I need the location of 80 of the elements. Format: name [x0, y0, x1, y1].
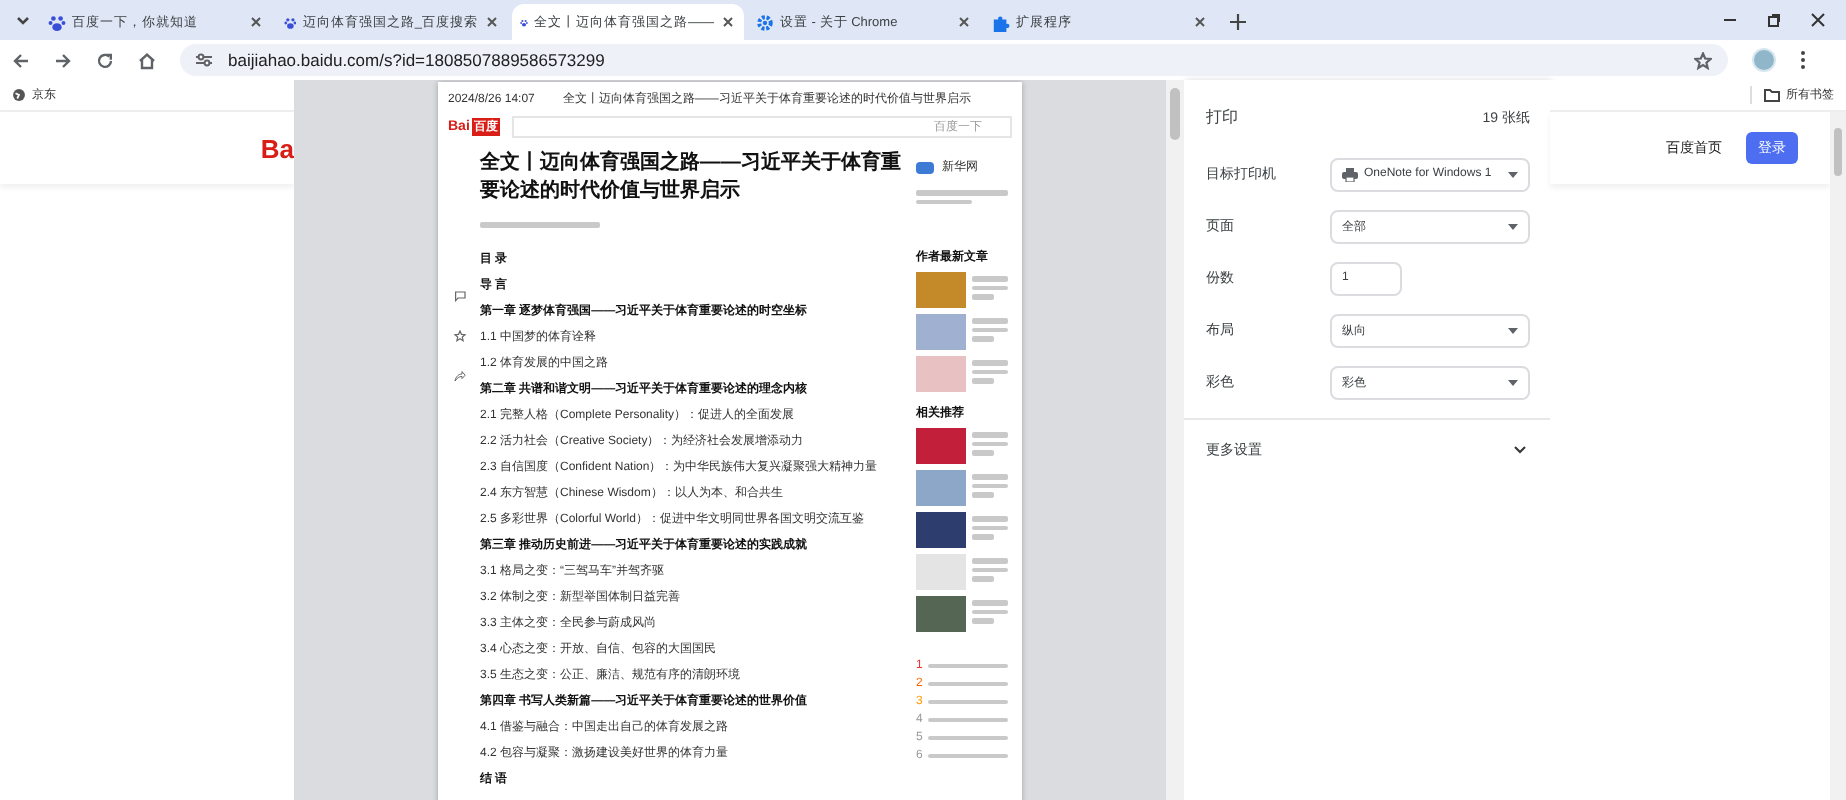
forward-icon[interactable]	[54, 51, 72, 69]
close-icon[interactable]	[248, 14, 264, 30]
thumbnail-image[interactable]	[916, 512, 966, 548]
printer-icon	[1342, 167, 1358, 181]
blurred-text	[972, 600, 1008, 605]
blurred-text	[972, 483, 1008, 488]
blurred-text	[972, 360, 1008, 365]
thumbnail-image[interactable]	[916, 554, 966, 590]
blurred-text	[972, 378, 994, 383]
blurred-text	[972, 618, 994, 623]
caret-icon	[1508, 223, 1518, 229]
thumbnail-image[interactable]	[916, 428, 966, 464]
share-icon[interactable]	[454, 370, 466, 382]
paw-icon	[48, 13, 66, 31]
blurred-text	[972, 576, 994, 581]
blurred-text	[972, 285, 1008, 290]
caret-icon	[1508, 171, 1518, 177]
author-avatar	[916, 161, 934, 173]
dialog-title: 打印	[1206, 106, 1238, 128]
blurred-text	[928, 717, 1008, 723]
blurred-text	[972, 492, 994, 497]
blurred-text	[972, 432, 1008, 437]
close-icon[interactable]	[720, 14, 736, 30]
blurred-text	[972, 450, 994, 455]
paw-icon	[284, 13, 297, 31]
address-bar[interactable]: baijiahao.baidu.com/s?id=1808507889586573299	[180, 44, 1728, 76]
plus-icon	[1230, 14, 1246, 30]
baidu-logo[interactable]: Ba	[260, 133, 294, 163]
blurred-text	[972, 558, 1008, 563]
close-icon[interactable]	[1810, 12, 1826, 28]
blurred-text	[972, 609, 1008, 614]
folder-icon	[1764, 88, 1780, 102]
blurred-text	[928, 735, 1008, 741]
blurred-text	[916, 190, 1008, 195]
blurred-text	[972, 369, 1008, 374]
puzzle-icon	[992, 13, 1010, 31]
close-icon[interactable]	[484, 14, 500, 30]
settings-icon	[756, 13, 774, 31]
caret-icon	[1508, 327, 1518, 333]
blurred-text	[972, 276, 1008, 281]
star-icon[interactable]	[1694, 51, 1712, 69]
blurred-text	[972, 534, 994, 539]
site-info-icon[interactable]	[196, 52, 212, 68]
blurred-text	[972, 318, 1008, 323]
comment-icon[interactable]	[454, 290, 466, 302]
thumbnail-image[interactable]	[916, 470, 966, 506]
blurred-text	[972, 294, 994, 299]
scrollbar-thumb[interactable]	[1170, 88, 1180, 140]
restore-icon[interactable]	[1766, 12, 1782, 28]
caret-icon	[1508, 379, 1518, 385]
blurred-text	[480, 222, 600, 227]
blurred-text	[928, 681, 1008, 687]
blurred-text	[972, 567, 1008, 572]
blurred-text	[972, 336, 994, 341]
home-icon[interactable]	[138, 51, 156, 69]
back-icon[interactable]	[12, 51, 30, 69]
thumbnail-image[interactable]	[916, 314, 966, 350]
star-icon[interactable]	[454, 330, 466, 342]
chevron-down-icon	[1514, 446, 1526, 454]
blurred-text	[972, 516, 1008, 521]
blurred-text	[972, 525, 1008, 530]
chevron-down-icon	[15, 15, 29, 25]
thumbnail-image[interactable]	[916, 596, 966, 632]
thumbnail-image[interactable]	[916, 272, 966, 308]
scrollbar-thumb[interactable]	[1834, 128, 1842, 176]
close-icon[interactable]	[1192, 14, 1208, 30]
new-tab-button[interactable]	[1224, 8, 1252, 36]
globe-icon	[12, 88, 26, 102]
reload-icon[interactable]	[96, 51, 114, 69]
article-title: 全文丨迈向体育强国之路——习近平关于体育重要论述的时代价值与世界启示	[480, 150, 903, 206]
close-icon[interactable]	[956, 14, 972, 30]
blurred-text	[928, 753, 1008, 759]
blurred-text	[928, 663, 1008, 669]
blurred-text	[972, 474, 1008, 479]
menu-icon[interactable]	[1800, 50, 1806, 70]
blurred-text	[972, 327, 1008, 332]
thumbnail-image[interactable]	[916, 356, 966, 392]
blurred-text	[928, 699, 1008, 705]
blurred-text	[972, 441, 1008, 446]
blurred-text	[916, 199, 972, 204]
